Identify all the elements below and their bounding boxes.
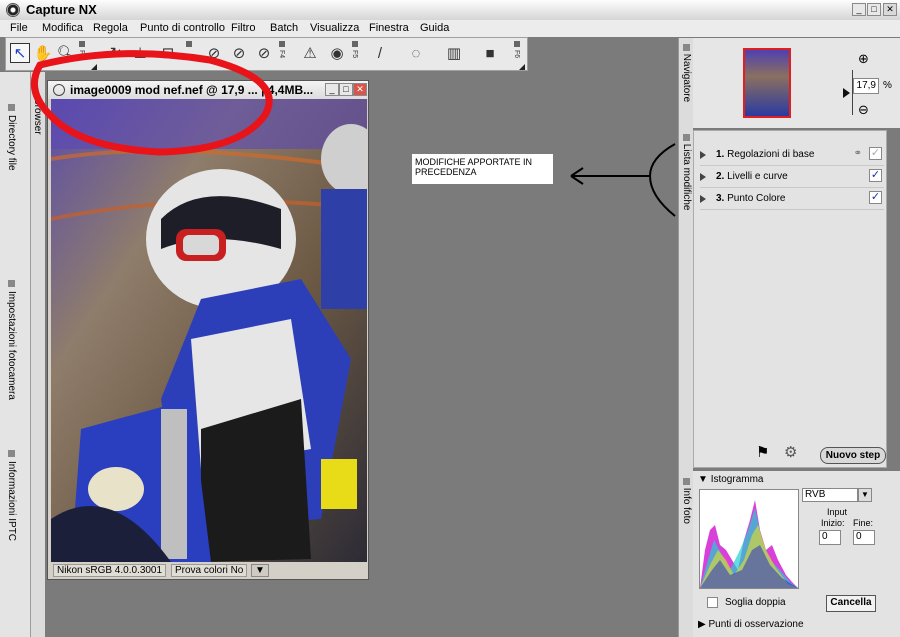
- step-checkbox[interactable]: ✓: [869, 169, 882, 182]
- lasso-icon[interactable]: ◌: [406, 43, 426, 63]
- app-title: Capture NX: [26, 2, 97, 17]
- right-panel-tabs: Navigatore Lista modifiche Info foto: [678, 38, 693, 637]
- zoom-slider-handle[interactable]: [843, 88, 850, 98]
- link-icon: ⚭: [854, 148, 862, 159]
- double-threshold-label: Soglia doppia: [725, 597, 786, 608]
- menu-batch[interactable]: Batch: [270, 22, 298, 34]
- tab-navigatore[interactable]: Navigatore: [681, 44, 692, 102]
- title-bar: Capture NX _ □ ✕: [0, 0, 900, 21]
- minimize-button[interactable]: _: [852, 3, 866, 16]
- cancel-button[interactable]: Cancella: [826, 595, 876, 612]
- menu-filtro[interactable]: Filtro: [231, 22, 255, 34]
- input-label: Input: [827, 507, 847, 517]
- step-regolazioni-di-base[interactable]: 1. Regolazioni di base ⚭ ✓: [700, 145, 884, 166]
- zoom-input[interactable]: 17,9: [853, 78, 879, 94]
- step-label: Livelli e curve: [727, 171, 788, 182]
- start-label: Inizio:: [821, 518, 845, 528]
- step-punto-colore[interactable]: 3. Punto Colore ✓: [700, 189, 884, 210]
- navigator-panel: ⊕ 17,9 % ⊖: [693, 38, 900, 128]
- end-input[interactable]: 0: [853, 530, 875, 545]
- gradient-icon[interactable]: ▥: [444, 43, 464, 63]
- red-circle-annotation: [0, 40, 300, 170]
- soft-proof-label[interactable]: Prova colori No: [171, 564, 247, 577]
- watch-points-row[interactable]: ▶ Punti di osservazione: [698, 619, 804, 630]
- zoom-unit: %: [883, 80, 892, 91]
- fill-icon[interactable]: ■: [480, 43, 500, 63]
- end-label: Fine:: [853, 518, 873, 528]
- menu-guida[interactable]: Guida: [420, 22, 449, 34]
- zoom-in-icon[interactable]: ⊕: [858, 51, 869, 67]
- menu-file[interactable]: File: [10, 22, 28, 34]
- start-input[interactable]: 0: [819, 530, 841, 545]
- image-maximize-button[interactable]: □: [339, 83, 353, 96]
- eye-icon[interactable]: ◉: [327, 43, 347, 63]
- brush-icon[interactable]: /: [370, 43, 390, 63]
- status-dropdown-icon[interactable]: ▼: [251, 564, 269, 577]
- menu-regola[interactable]: Regola: [93, 22, 128, 34]
- navigator-thumbnail[interactable]: [743, 48, 791, 118]
- tab-informazioni-iptc[interactable]: Informazioni IPTC: [6, 450, 17, 541]
- histogram-title-row[interactable]: ▼ Istogramma: [698, 474, 763, 485]
- close-button[interactable]: ✕: [883, 3, 897, 16]
- watch-points-label: Punti di osservazione: [708, 619, 803, 630]
- fkey-label: F6: [513, 50, 520, 58]
- step-checkbox[interactable]: ✓: [869, 147, 882, 160]
- channel-select[interactable]: RVB: [802, 488, 858, 502]
- step-label: Regolazioni di base: [727, 149, 814, 160]
- histogram-graph[interactable]: [699, 489, 799, 589]
- menu-modifica[interactable]: Modifica: [42, 22, 83, 34]
- red-eye-control-point-icon[interactable]: ⚠: [300, 43, 320, 63]
- tab-info-foto[interactable]: Info foto: [681, 478, 692, 524]
- maximize-button[interactable]: □: [867, 3, 881, 16]
- menu-finestra[interactable]: Finestra: [369, 22, 409, 34]
- step-checkbox[interactable]: ✓: [869, 191, 882, 204]
- annotation-note: MODIFICHE APPORTATE IN PRECEDENZA: [412, 154, 553, 184]
- color-profile-label: Nikon sRGB 4.0.0.3001: [53, 564, 166, 577]
- menu-bar: File Modifica Regola Punto di controllo …: [0, 20, 900, 37]
- menu-punto-di-controllo[interactable]: Punto di controllo: [140, 22, 225, 34]
- histogram-panel: ▼ Istogramma RVB ▼ Input Inizio: Fine: 0…: [693, 471, 900, 637]
- chevron-down-icon[interactable]: ▼: [858, 488, 872, 502]
- tab-impostazioni-fotocamera[interactable]: Impostazioni fotocamera: [6, 280, 17, 400]
- image-status-bar: Nikon sRGB 4.0.0.3001 Prova colori No ▼: [51, 563, 367, 578]
- step-label: Punto Colore: [727, 193, 785, 204]
- histogram-title: Istogramma: [711, 474, 764, 485]
- image-close-button[interactable]: ✕: [353, 83, 367, 96]
- app-icon: [6, 3, 20, 17]
- annotation-arrow: [565, 140, 680, 220]
- step-livelli-e-curve[interactable]: 2. Livelli e curve ✓: [700, 167, 884, 188]
- tab-lista-modifiche[interactable]: Lista modifiche: [681, 134, 692, 210]
- flag-icon[interactable]: ⚑: [756, 443, 769, 461]
- menu-visualizza[interactable]: Visualizza: [310, 22, 359, 34]
- fkey-label: F5: [351, 50, 358, 58]
- edit-list-panel: 1. Regolazioni di base ⚭ ✓ 2. Livelli e …: [693, 130, 887, 468]
- image-minimize-button[interactable]: _: [325, 83, 339, 96]
- gear-icon[interactable]: ⚙: [784, 443, 797, 461]
- double-threshold-checkbox[interactable]: [707, 597, 718, 608]
- toolbar-grip: F5: [352, 41, 358, 67]
- zoom-out-icon[interactable]: ⊖: [858, 102, 869, 118]
- new-step-button[interactable]: Nuovo step: [820, 447, 886, 464]
